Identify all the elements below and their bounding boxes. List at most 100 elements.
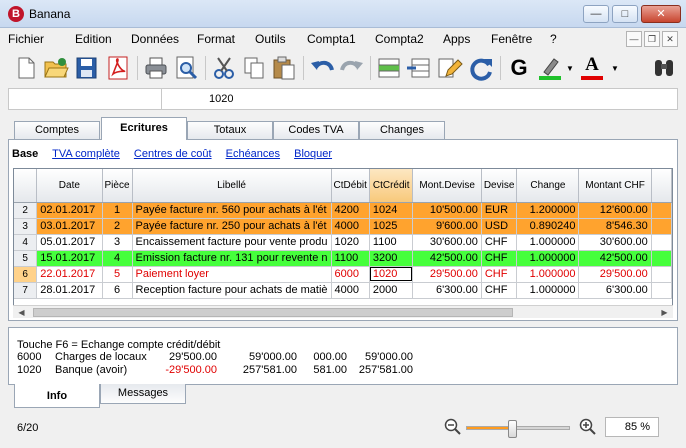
bold-icon[interactable]: G bbox=[505, 54, 533, 82]
open-folder-icon[interactable] bbox=[42, 54, 70, 82]
piece-cell[interactable]: 3 bbox=[102, 234, 133, 251]
column-header-devise[interactable]: Devise bbox=[481, 169, 518, 203]
menu-fichier[interactable]: Fichier bbox=[8, 32, 44, 46]
amount-currency-cell[interactable]: 10'500.00 bbox=[412, 202, 482, 219]
menu-outils[interactable]: Outils bbox=[255, 32, 286, 46]
debit-account-cell[interactable]: 6000 bbox=[331, 266, 370, 283]
credit-account-cell[interactable]: 1024 bbox=[369, 202, 414, 219]
zoom-slider[interactable] bbox=[466, 426, 570, 430]
mdi-close-button[interactable]: ✕ bbox=[662, 31, 678, 47]
highlight-dropdown-arrow-icon[interactable]: ▼ bbox=[566, 64, 574, 73]
amount-chf-cell[interactable]: 30'600.00 bbox=[578, 234, 652, 251]
debit-account-cell[interactable]: 1020 bbox=[331, 234, 370, 251]
date-cell[interactable]: 02.01.2017 bbox=[36, 202, 103, 219]
tab-changes[interactable]: Changes bbox=[359, 121, 445, 139]
menu-help[interactable]: ? bbox=[550, 32, 557, 46]
piece-cell[interactable]: 2 bbox=[102, 218, 133, 235]
font-color-dropdown-arrow-icon[interactable]: ▼ bbox=[611, 64, 619, 73]
menu-compta2[interactable]: Compta2 bbox=[375, 32, 424, 46]
amount-chf-cell[interactable]: 12'600.00 bbox=[578, 202, 652, 219]
piece-cell[interactable]: 1 bbox=[102, 202, 133, 219]
row-number-cell[interactable]: 7 bbox=[14, 282, 38, 299]
tab-totaux[interactable]: Totaux bbox=[187, 121, 273, 139]
exchange-rate-cell[interactable]: 1.000000 bbox=[516, 266, 580, 283]
column-header-libelle[interactable]: Libellé bbox=[132, 169, 332, 203]
currency-cell[interactable]: EUR bbox=[481, 202, 518, 219]
table-row[interactable]: 6 22.01.2017 5 Paiement loyer 6000 1020 29'500… bbox=[14, 266, 672, 283]
libelle-cell[interactable]: Reception facture pour achats de matiè bbox=[132, 282, 332, 299]
amount-chf-cell[interactable]: 29'500.00 bbox=[578, 266, 652, 283]
row-number-cell[interactable]: 4 bbox=[14, 234, 38, 251]
amount-currency-cell[interactable]: 42'500.00 bbox=[412, 250, 482, 267]
delete-row-icon[interactable] bbox=[405, 54, 433, 82]
horizontal-scrollbar[interactable]: ◀ ▶ bbox=[13, 305, 673, 318]
new-document-icon[interactable] bbox=[12, 54, 40, 82]
scroll-thumb[interactable] bbox=[33, 308, 513, 317]
edit-pencil-icon[interactable] bbox=[435, 54, 463, 82]
libelle-cell[interactable]: Payée facture nr. 560 pour achats à l'ét bbox=[132, 202, 332, 219]
libelle-cell[interactable]: Emission facture nr. 131 pour revente n bbox=[132, 250, 332, 267]
tab-comptes[interactable]: Comptes bbox=[14, 121, 100, 139]
date-cell[interactable]: 03.01.2017 bbox=[36, 218, 103, 235]
credit-account-cell[interactable]: 3200 bbox=[369, 250, 414, 267]
amount-currency-cell[interactable]: 29'500.00 bbox=[412, 266, 482, 283]
amount-currency-cell[interactable]: 9'600.00 bbox=[412, 218, 482, 235]
tab-messages[interactable]: Messages bbox=[100, 384, 186, 404]
highlight-icon[interactable] bbox=[536, 54, 564, 82]
libelle-cell[interactable]: Paiement loyer bbox=[132, 266, 332, 283]
row-number-cell[interactable]: 5 bbox=[14, 250, 38, 267]
currency-cell[interactable]: CHF bbox=[481, 266, 518, 283]
libelle-cell[interactable]: Encaissement facture pour vente produ bbox=[132, 234, 332, 251]
currency-cell[interactable]: USD bbox=[481, 218, 518, 235]
amount-currency-cell[interactable]: 30'600.00 bbox=[412, 234, 482, 251]
menu-format[interactable]: Format bbox=[197, 32, 235, 46]
debit-account-cell[interactable]: 4000 bbox=[331, 282, 370, 299]
credit-account-cell[interactable]: 1025 bbox=[369, 218, 414, 235]
debit-account-cell[interactable]: 4200 bbox=[331, 202, 370, 219]
redo-icon[interactable] bbox=[338, 54, 366, 82]
piece-cell[interactable]: 4 bbox=[102, 250, 133, 267]
view-echeances[interactable]: Echéances bbox=[226, 148, 280, 160]
zoom-out-icon[interactable] bbox=[444, 418, 462, 436]
print-preview-icon[interactable] bbox=[172, 54, 200, 82]
view-bloquer[interactable]: Bloquer bbox=[294, 148, 332, 160]
refresh-icon[interactable] bbox=[467, 54, 495, 82]
amount-currency-cell[interactable]: 6'300.00 bbox=[412, 282, 482, 299]
column-header-row-number[interactable] bbox=[14, 169, 38, 203]
debit-account-cell[interactable]: 1100 bbox=[331, 250, 370, 267]
undo-icon[interactable] bbox=[308, 54, 336, 82]
debit-account-cell[interactable]: 4000 bbox=[331, 218, 370, 235]
exchange-rate-cell[interactable]: 1.000000 bbox=[516, 234, 580, 251]
currency-cell[interactable]: CHF bbox=[481, 250, 518, 267]
amount-chf-cell[interactable]: 8'546.30 bbox=[578, 218, 652, 235]
font-color-icon[interactable]: A bbox=[578, 54, 606, 82]
cell-content-field[interactable]: 1020 bbox=[209, 93, 233, 105]
menu-apps[interactable]: Apps bbox=[443, 32, 470, 46]
print-icon[interactable] bbox=[142, 54, 170, 82]
binoculars-icon[interactable] bbox=[650, 54, 678, 82]
date-cell[interactable]: 22.01.2017 bbox=[36, 266, 103, 283]
view-base[interactable]: Base bbox=[12, 148, 38, 160]
zoom-level-field[interactable]: 85 % bbox=[605, 417, 659, 437]
transactions-grid[interactable]: Date Pièce Libellé CtDébit CtCrédit Mont… bbox=[13, 168, 673, 318]
cut-icon[interactable] bbox=[210, 54, 238, 82]
view-tva-complete[interactable]: TVA complète bbox=[52, 148, 120, 160]
column-header-mont-devise[interactable]: Mont.Devise bbox=[412, 169, 482, 203]
close-button[interactable]: ✕ bbox=[641, 5, 681, 23]
credit-account-cell[interactable]: 1100 bbox=[369, 234, 414, 251]
row-number-cell[interactable]: 2 bbox=[14, 202, 38, 219]
date-cell[interactable]: 28.01.2017 bbox=[36, 282, 103, 299]
column-header-piece[interactable]: Pièce bbox=[102, 169, 133, 203]
scroll-right-icon[interactable]: ▶ bbox=[658, 307, 671, 318]
column-header-change[interactable]: Change bbox=[516, 169, 580, 203]
piece-cell[interactable]: 6 bbox=[102, 282, 133, 299]
cell-address-bar[interactable]: 1020 bbox=[8, 88, 678, 110]
minimize-button[interactable]: — bbox=[583, 5, 609, 23]
column-header-ctcredit[interactable]: CtCrédit bbox=[369, 169, 414, 203]
menu-fenetre[interactable]: Fenêtre bbox=[491, 32, 532, 46]
maximize-button[interactable]: □ bbox=[612, 5, 638, 23]
zoom-in-icon[interactable] bbox=[579, 418, 597, 436]
row-number-cell[interactable]: 6 bbox=[14, 266, 38, 283]
paste-icon[interactable] bbox=[270, 54, 298, 82]
exchange-rate-cell[interactable]: 0.890240 bbox=[516, 218, 580, 235]
